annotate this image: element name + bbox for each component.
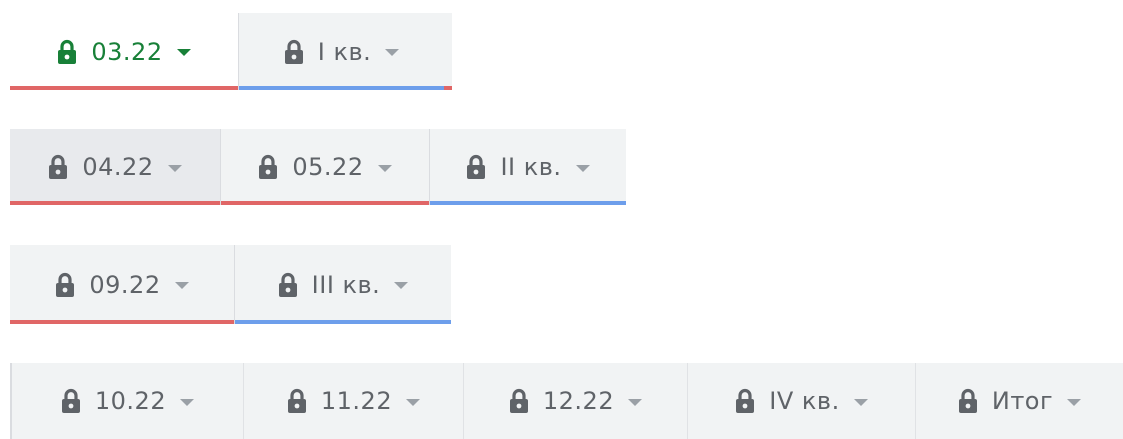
- lock-icon: [278, 272, 298, 298]
- tab-color-bar: [235, 320, 451, 324]
- lock-icon: [258, 154, 278, 180]
- lock-icon: [61, 388, 81, 414]
- sheet-tab-label: Итог: [991, 387, 1054, 415]
- dropdown-arrow-icon[interactable]: [628, 398, 643, 406]
- lock-icon: [958, 388, 978, 414]
- dropdown-arrow-icon[interactable]: [377, 164, 392, 172]
- sheet-tab-03-22[interactable]: 03.22: [10, 13, 238, 90]
- dropdown-arrow-icon[interactable]: [385, 49, 400, 56]
- lock-icon: [287, 388, 307, 414]
- tab-color-bar: [10, 320, 234, 324]
- tab-edge: [444, 13, 452, 90]
- dropdown-arrow-icon[interactable]: [180, 398, 195, 406]
- sheet-tab-label: II кв.: [500, 153, 562, 181]
- sheet-tab-05-22[interactable]: 05.22: [220, 129, 429, 205]
- sheet-tab-label: 11.22: [320, 387, 393, 415]
- sheet-tab-11-22[interactable]: 11.22: [244, 363, 464, 439]
- dropdown-arrow-icon[interactable]: [406, 398, 421, 406]
- sheet-tab-row-4: 10.22 11.22 12.22 IV кв. Итог: [10, 363, 1123, 439]
- sheet-tab-label: 12.22: [542, 387, 615, 415]
- sheet-tab-row-3: 09.22 III кв.: [10, 245, 451, 324]
- sheet-tab-q2[interactable]: II кв.: [429, 129, 626, 205]
- sheet-tab-q3[interactable]: III кв.: [234, 245, 451, 324]
- lock-icon: [55, 272, 75, 298]
- lock-icon: [48, 154, 68, 180]
- sheet-tab-q4[interactable]: IV кв.: [688, 363, 916, 439]
- sheet-tab-label: III кв.: [311, 270, 381, 299]
- lock-icon: [466, 154, 486, 180]
- dropdown-arrow-icon[interactable]: [1067, 398, 1082, 406]
- lock-icon: [57, 39, 77, 65]
- lock-icon: [509, 388, 529, 414]
- sheet-tab-label: 10.22: [94, 387, 167, 415]
- lock-icon: [284, 39, 304, 65]
- tab-color-bar: [221, 201, 429, 205]
- sheet-tab-10-22[interactable]: 10.22: [12, 363, 244, 439]
- dropdown-arrow-icon[interactable]: [167, 164, 182, 172]
- tab-color-bar: [10, 86, 238, 90]
- sheet-tab-09-22[interactable]: 09.22: [10, 245, 234, 324]
- sheet-tab-total[interactable]: Итог: [916, 363, 1123, 439]
- sheet-tab-q1[interactable]: I кв.: [238, 13, 444, 90]
- dropdown-arrow-icon[interactable]: [853, 398, 868, 406]
- sheet-tab-12-22[interactable]: 12.22: [464, 363, 688, 439]
- sheet-tab-04-22[interactable]: 04.22: [10, 129, 220, 205]
- tab-color-bar: [430, 201, 626, 205]
- lock-icon: [735, 388, 755, 414]
- dropdown-arrow-icon[interactable]: [394, 282, 409, 289]
- dropdown-arrow-icon[interactable]: [176, 49, 191, 56]
- sheet-tab-label: 04.22: [82, 153, 154, 181]
- dropdown-arrow-icon[interactable]: [174, 282, 189, 289]
- dropdown-arrow-icon[interactable]: [575, 164, 590, 172]
- sheet-tab-label: 03.22: [91, 37, 163, 66]
- tab-color-bar: [10, 201, 220, 205]
- sheet-tab-label: I кв.: [317, 37, 372, 66]
- tab-color-bar: [239, 86, 444, 90]
- sheet-tab-label: IV кв.: [769, 387, 840, 415]
- sheet-tab-row-2: 04.22 05.22 II кв.: [10, 129, 626, 205]
- sheet-tab-row-1: 03.22 I кв.: [10, 13, 454, 90]
- sheet-tab-label: 05.22: [292, 153, 364, 181]
- sheet-tab-label: 09.22: [89, 270, 161, 299]
